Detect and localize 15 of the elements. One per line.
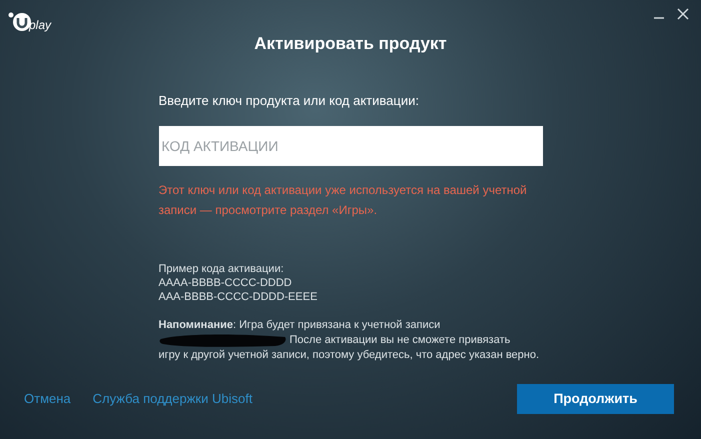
logo-text: play: [29, 17, 52, 34]
error-message: Этот ключ или код активации уже используется на вашей учетной записи — просмотрите раздел «Игры».: [158, 182, 528, 219]
example-code: AAAA-BBBB-CCCC-DDDD: [158, 276, 293, 290]
continue-button[interactable]: Продолжить: [517, 384, 674, 414]
example-code: AAA-BBBB-CCCC-DDDD-EEEE: [158, 290, 318, 304]
reminder-text: игру к другой учетной записи, поэтому убедитесь, что адрес указан верно.: [158, 348, 540, 363]
key-prompt: Введите ключ продукта или код активации:: [158, 92, 420, 110]
reminder-text: Напоминание: Игра будет привязана к учетной записи: [158, 318, 442, 333]
window-title: Активировать продукт: [253, 33, 448, 55]
example-heading: Пример кода активации:: [158, 262, 285, 276]
reminder-text: После активации вы не сможете привязать: [290, 333, 510, 348]
footer-link[interactable]: Отмена: [24, 389, 71, 409]
footer-link[interactable]: Служба поддержки Ubisoft: [92, 389, 252, 409]
close-icon[interactable]: [677, 8, 689, 20]
activation-code-field[interactable]: КОД АКТИВАЦИИ: [158, 126, 542, 166]
